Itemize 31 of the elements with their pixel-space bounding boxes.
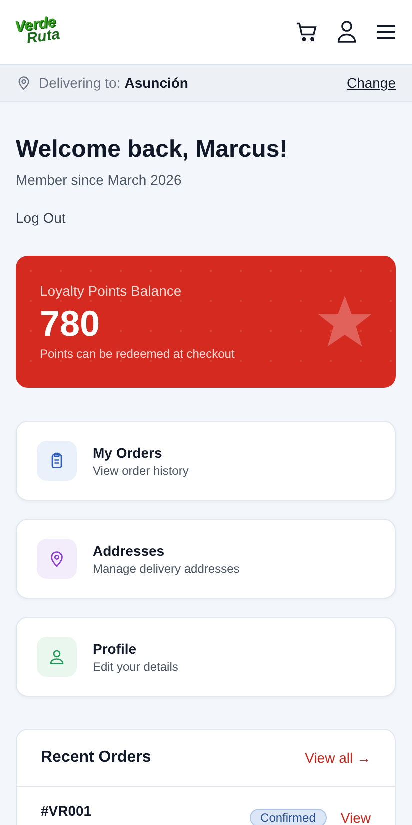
delivery-city: Asunción (124, 75, 188, 91)
menu-subtitle: Manage delivery addresses (93, 562, 240, 576)
delivery-label: Delivering to: (39, 75, 121, 91)
points-balance: 780 (40, 303, 102, 345)
location-pin-icon (48, 550, 66, 568)
menu-title: My Orders (93, 444, 164, 460)
loyalty-title: Loyalty Points Balance (40, 283, 183, 299)
view-order-link[interactable]: View (340, 810, 371, 825)
menu-title: Profile (93, 640, 138, 656)
user-icon[interactable] (336, 20, 358, 44)
view-all-link[interactable]: View all → (305, 750, 371, 766)
welcome-title: Welcome back, Marcus! (16, 136, 289, 164)
star-icon (318, 296, 372, 348)
logout-link[interactable]: Log Out (16, 210, 66, 226)
change-link[interactable]: Change (346, 75, 396, 91)
menu-card[interactable]: Profile Edit your details (16, 617, 396, 697)
status-badge: Confirmed (250, 809, 327, 825)
member-since: Member since March 2026 (16, 172, 183, 188)
menu-subtitle: Edit your details (93, 660, 178, 674)
recent-orders-title: Recent Orders (41, 749, 152, 767)
menu-title: Addresses (93, 542, 166, 558)
menu-icon[interactable] (376, 24, 396, 40)
menu-subtitle: View order history (93, 464, 189, 478)
location-pin-icon (17, 75, 31, 91)
loyalty-note: Points can be redeemed at checkout (40, 347, 236, 361)
cart-icon[interactable] (296, 21, 318, 43)
menu-card[interactable]: My Orders View order history (16, 421, 396, 501)
brand-logo[interactable]: Verde Ruta (14, 16, 61, 48)
user-icon (48, 648, 66, 666)
order-number: #VR001 (41, 803, 92, 819)
menu-card[interactable]: Addresses Manage delivery addresses (16, 519, 396, 599)
